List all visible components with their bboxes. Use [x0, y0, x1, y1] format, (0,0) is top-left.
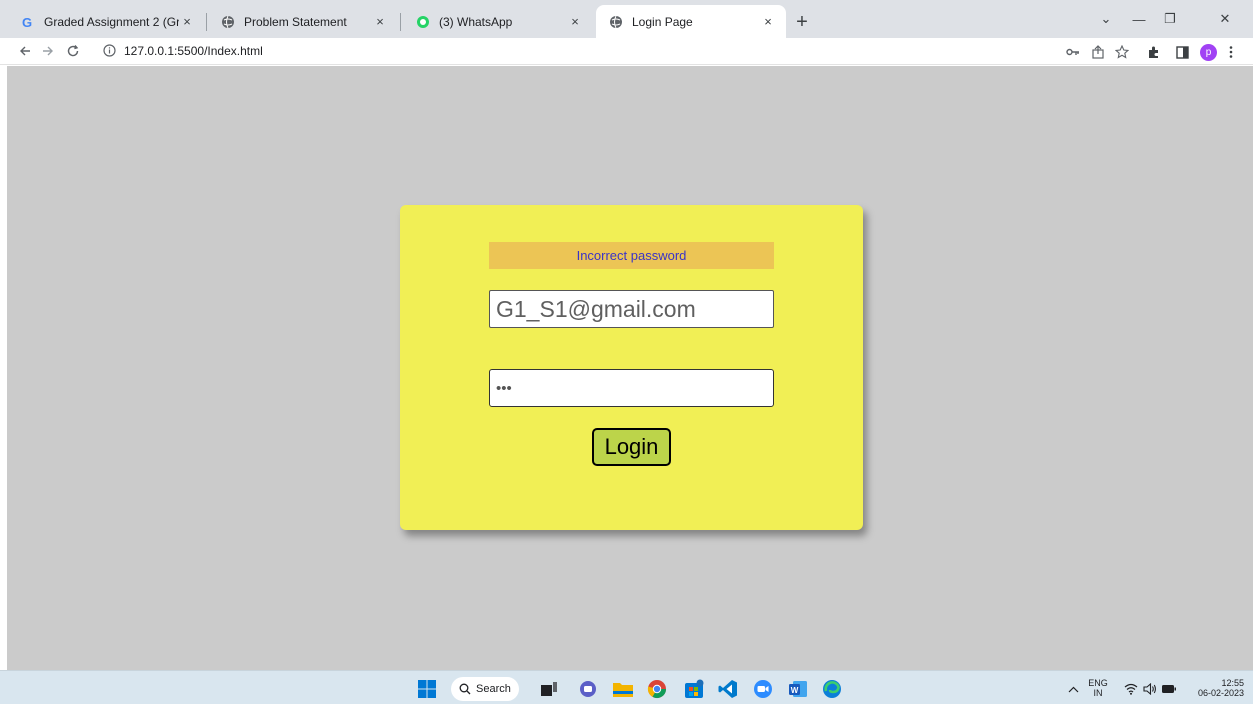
extensions-icon[interactable] — [1144, 42, 1164, 62]
restore-button[interactable]: ❐ — [1155, 8, 1185, 30]
tab-search-button[interactable]: ⌄ — [1091, 8, 1121, 30]
close-icon[interactable]: × — [567, 14, 583, 30]
chat-icon[interactable] — [577, 678, 599, 700]
key-icon[interactable] — [1063, 42, 1083, 62]
clock[interactable]: 12:55 06-02-2023 — [1184, 678, 1244, 698]
arrow-right-icon — [43, 46, 53, 56]
tab-problem-statement[interactable]: Problem Statement × — [208, 5, 398, 38]
language-code: ENG — [1088, 678, 1108, 688]
login-button[interactable]: Login — [592, 428, 671, 466]
battery-icon[interactable] — [1158, 678, 1180, 700]
vscode-icon[interactable] — [717, 678, 739, 700]
url-text: 127.0.0.1:5500/Index.html — [124, 44, 263, 58]
close-icon[interactable]: × — [760, 14, 776, 30]
microsoft-store-icon[interactable] — [683, 678, 705, 700]
zoom-icon[interactable] — [752, 678, 774, 700]
whatsapp-icon — [415, 14, 431, 30]
forward-button[interactable] — [38, 41, 58, 61]
minimize-button[interactable]: — — [1124, 8, 1154, 30]
login-card: Incorrect password Login — [400, 205, 863, 530]
tab-title: Login Page — [632, 14, 693, 29]
close-icon[interactable]: × — [179, 14, 195, 30]
tab-login-page[interactable]: Login Page × — [596, 5, 786, 38]
search-icon — [459, 683, 471, 695]
browser-toolbar: 127.0.0.1:5500/Index.html p — [0, 38, 1253, 65]
language-indicator[interactable]: ENG IN — [1086, 678, 1110, 698]
tab-divider — [400, 13, 401, 31]
svg-text:G: G — [22, 15, 32, 29]
word-icon[interactable]: W — [787, 678, 809, 700]
share-icon[interactable] — [1088, 42, 1108, 62]
windows-taskbar: Search W ENG IN 12:55 06-02-2023 — [0, 670, 1253, 704]
tab-graded-assignment[interactable]: G Graded Assignment 2 (Group): Ja × — [8, 5, 205, 38]
google-icon: G — [20, 14, 36, 30]
globe-icon — [608, 14, 624, 30]
edge-icon[interactable] — [821, 678, 843, 700]
search-label: Search — [476, 683, 511, 695]
info-icon — [103, 44, 117, 58]
close-icon[interactable]: × — [372, 14, 388, 30]
more-menu-icon[interactable] — [1221, 42, 1241, 62]
tab-strip: G Graded Assignment 2 (Group): Ja × Prob… — [0, 0, 1253, 38]
chevron-up-icon[interactable] — [1062, 678, 1084, 700]
error-message: Incorrect password — [489, 242, 774, 269]
globe-icon — [220, 14, 236, 30]
taskbar-search[interactable]: Search — [451, 677, 519, 701]
tab-divider — [206, 13, 207, 31]
reload-button[interactable] — [63, 41, 83, 61]
tab-title: Graded Assignment 2 (Group): Ja — [44, 14, 179, 29]
svg-text:W: W — [791, 686, 799, 695]
tab-whatsapp[interactable]: (3) WhatsApp × — [403, 5, 593, 38]
task-view-icon[interactable] — [538, 678, 560, 700]
page-viewport: Incorrect password Login — [7, 66, 1253, 670]
clock-time: 12:55 — [1221, 678, 1244, 688]
address-bar[interactable]: 127.0.0.1:5500/Index.html — [103, 44, 263, 58]
file-explorer-icon[interactable] — [612, 678, 634, 700]
back-button[interactable] — [15, 41, 35, 61]
profile-avatar[interactable]: p — [1200, 44, 1217, 61]
windows-start-icon[interactable] — [416, 678, 438, 700]
clock-date: 06-02-2023 — [1197, 688, 1244, 698]
arrow-left-icon — [20, 46, 30, 56]
reload-icon — [67, 45, 79, 57]
region-code: IN — [1093, 688, 1103, 698]
side-panel-icon[interactable] — [1172, 42, 1192, 62]
tab-title: Problem Statement — [244, 14, 347, 29]
new-tab-button[interactable]: + — [791, 11, 813, 33]
password-field[interactable] — [489, 369, 774, 407]
chrome-icon[interactable] — [646, 678, 668, 700]
close-window-button[interactable]: ✕ — [1210, 8, 1240, 30]
bookmark-star-icon[interactable] — [1112, 42, 1132, 62]
tab-title: (3) WhatsApp — [439, 14, 513, 29]
email-field[interactable] — [489, 290, 774, 328]
